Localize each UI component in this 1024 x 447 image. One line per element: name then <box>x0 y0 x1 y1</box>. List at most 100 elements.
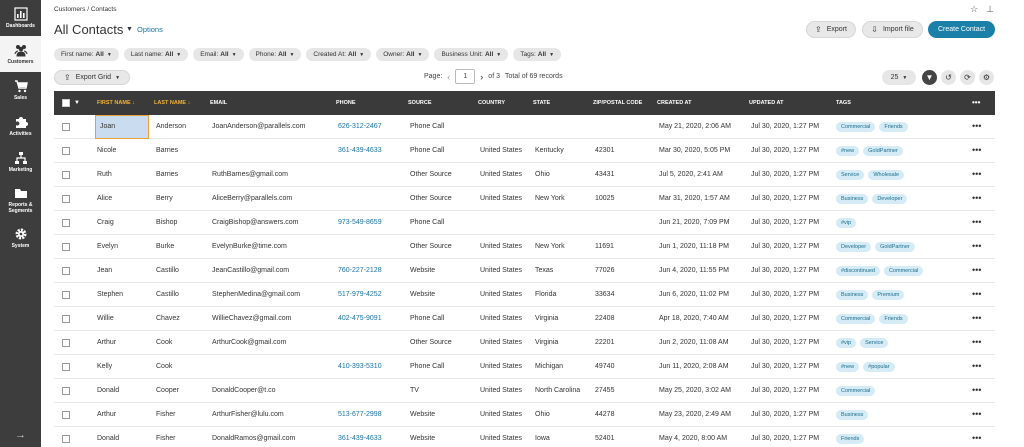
tag-badge[interactable]: Commercial <box>883 266 924 276</box>
col-email[interactable]: EMAIL <box>210 91 227 115</box>
filter-last-name[interactable]: Last name: All ▼ <box>123 48 189 61</box>
tag-badge[interactable]: #new <box>836 146 860 156</box>
row-checkbox[interactable] <box>62 363 70 371</box>
nav-sales[interactable]: Sales <box>0 72 41 108</box>
row-checkbox[interactable] <box>62 435 70 443</box>
export-button[interactable]: ⇪ Export <box>806 21 856 38</box>
tag-badge[interactable]: Developer <box>836 242 872 252</box>
col-zip[interactable]: ZIP/POSTAL CODE <box>593 91 642 115</box>
nav-marketing[interactable]: Marketing <box>0 144 41 180</box>
tag-badge[interactable]: Commercial <box>836 386 876 396</box>
tag-badge[interactable]: Commercial <box>836 314 876 324</box>
grid-settings-button[interactable]: ⚙ <box>979 70 994 85</box>
nav-dashboards[interactable]: Dashboards <box>0 0 41 36</box>
prev-page-icon[interactable]: ‹ <box>447 72 450 82</box>
row-checkbox[interactable] <box>62 291 70 299</box>
row-checkbox[interactable] <box>62 219 70 227</box>
col-first-name[interactable]: FIRST NAME ↓ <box>97 91 135 115</box>
col-state[interactable]: STATE <box>533 91 550 115</box>
row-checkbox[interactable] <box>62 123 70 131</box>
row-menu-icon[interactable]: ••• <box>972 355 981 377</box>
filter-email[interactable]: Email: All ▼ <box>193 48 244 61</box>
col-created-at[interactable]: CREATED AT <box>657 91 691 115</box>
nav-activities[interactable]: Activities <box>0 108 41 144</box>
row-menu-icon[interactable]: ••• <box>972 379 981 401</box>
row-checkbox[interactable] <box>62 411 70 419</box>
cell-phone[interactable]: 626-312-2467 <box>338 115 382 139</box>
table-row[interactable]: Willie Chavez WillieChavez@gmail.com 402-47… <box>54 307 995 331</box>
cell-phone[interactable]: 760-227-2128 <box>338 259 382 283</box>
row-checkbox[interactable] <box>62 195 70 203</box>
row-checkbox[interactable] <box>62 339 70 347</box>
row-menu-icon[interactable]: ••• <box>972 115 981 137</box>
row-menu-icon[interactable]: ••• <box>972 211 981 233</box>
pin-icon[interactable]: ⊥ <box>986 4 994 15</box>
row-menu-icon[interactable]: ••• <box>972 307 981 329</box>
table-row[interactable]: Kelly Cook 410-393-5310 Phone Call United St… <box>54 355 995 379</box>
filter-toggle-button[interactable]: ▼ <box>922 70 937 85</box>
row-checkbox[interactable] <box>62 171 70 179</box>
table-row[interactable]: Ruth Barnes RuthBarnes@gmail.com Other Sour… <box>54 163 995 187</box>
row-checkbox[interactable] <box>62 243 70 251</box>
nav-system[interactable]: System <box>0 220 41 256</box>
cell-phone[interactable]: 410-393-5310 <box>338 355 382 379</box>
tag-badge[interactable]: #discontinued <box>836 266 880 276</box>
row-menu-icon[interactable]: ••• <box>972 259 981 281</box>
tag-badge[interactable]: Friends <box>879 122 908 132</box>
col-last-name[interactable]: LAST NAME ↓ <box>154 91 190 115</box>
filter-first-name[interactable]: First name: All ▼ <box>54 48 119 61</box>
page-title[interactable]: All Contacts <box>54 22 123 37</box>
cell-phone[interactable]: 517-979-4252 <box>338 283 382 307</box>
tag-badge[interactable]: #popular <box>863 362 895 372</box>
tag-badge[interactable]: Business <box>836 410 869 420</box>
refresh-button[interactable]: ⟳ <box>960 70 975 85</box>
breadcrumb[interactable]: Customers / Contacts <box>54 6 117 13</box>
nav-reports-segments[interactable]: Reports & Segments <box>0 180 41 220</box>
star-icon[interactable]: ☆ <box>970 4 978 15</box>
page-size-select[interactable]: 25 ▼ <box>882 70 916 85</box>
col-phone[interactable]: PHONE <box>336 91 356 115</box>
cell-phone[interactable]: 402-475-9091 <box>338 307 382 331</box>
row-checkbox[interactable] <box>62 147 70 155</box>
row-menu-icon[interactable]: ••• <box>972 403 981 425</box>
col-tags[interactable]: TAGS <box>836 91 851 115</box>
options-link[interactable]: Options <box>137 25 163 34</box>
col-updated-at[interactable]: UPDATED AT <box>749 91 783 115</box>
table-row[interactable]: Jean Castillo JeanCastillo@gmail.com 760-22… <box>54 259 995 283</box>
filter-tags[interactable]: Tags: All ▼ <box>513 48 562 61</box>
import-file-button[interactable]: ⇩ Import file <box>862 21 923 38</box>
more-icon[interactable]: ••• <box>972 91 980 115</box>
table-row[interactable]: Arthur Cook ArthurCook@gmail.com Other Sour… <box>54 331 995 355</box>
table-row[interactable]: Nicole Barnes 361-439-4633 Phone Call United… <box>54 139 995 163</box>
export-grid-button[interactable]: ⇪ Export Grid ▼ <box>54 70 130 85</box>
row-menu-icon[interactable]: ••• <box>972 427 981 447</box>
table-row[interactable]: Craig Bishop CraigBishop@answers.com 973-54… <box>54 211 995 235</box>
col-source[interactable]: SOURCE <box>408 91 432 115</box>
select-all-checkbox[interactable] <box>62 99 70 107</box>
filter-business-unit[interactable]: Business Unit: All ▼ <box>434 48 509 61</box>
next-page-icon[interactable]: › <box>480 72 483 82</box>
caret-down-icon[interactable]: ▼ <box>74 91 80 115</box>
page-number-input[interactable]: 1 <box>455 69 476 84</box>
tag-badge[interactable]: #vip <box>836 338 857 348</box>
cell-phone[interactable]: 513-677-2998 <box>338 403 382 427</box>
row-menu-icon[interactable]: ••• <box>972 139 981 161</box>
tag-badge[interactable]: Commercial <box>836 122 876 132</box>
table-row[interactable]: Evelyn Burke EvelynBurke@time.com Other Sou… <box>54 235 995 259</box>
row-menu-icon[interactable]: ••• <box>972 283 981 305</box>
filter-created-at[interactable]: Created At: All ▼ <box>306 48 372 61</box>
row-menu-icon[interactable]: ••• <box>972 235 981 257</box>
cell-phone[interactable]: 973-549-8659 <box>338 211 382 235</box>
cell-phone[interactable]: 361-439-4633 <box>338 427 382 447</box>
arrow-right-icon[interactable]: → <box>0 429 41 441</box>
row-menu-icon[interactable]: ••• <box>972 163 981 185</box>
tag-badge[interactable]: Premium <box>872 290 905 300</box>
table-row[interactable]: Joan Anderson JoanAnderson@parallels.com 62… <box>54 115 995 139</box>
table-row[interactable]: Stephen Castillo StephenMedina@gmail.com 51… <box>54 283 995 307</box>
row-checkbox[interactable] <box>62 315 70 323</box>
row-checkbox[interactable] <box>62 387 70 395</box>
filter-owner[interactable]: Owner: All ▼ <box>376 48 430 61</box>
chevron-down-icon[interactable]: ▼ <box>126 26 133 33</box>
tag-badge[interactable]: Developer <box>872 194 908 204</box>
table-row[interactable]: Donald Cooper DonaldCooper@t.co TV United St… <box>54 379 995 403</box>
